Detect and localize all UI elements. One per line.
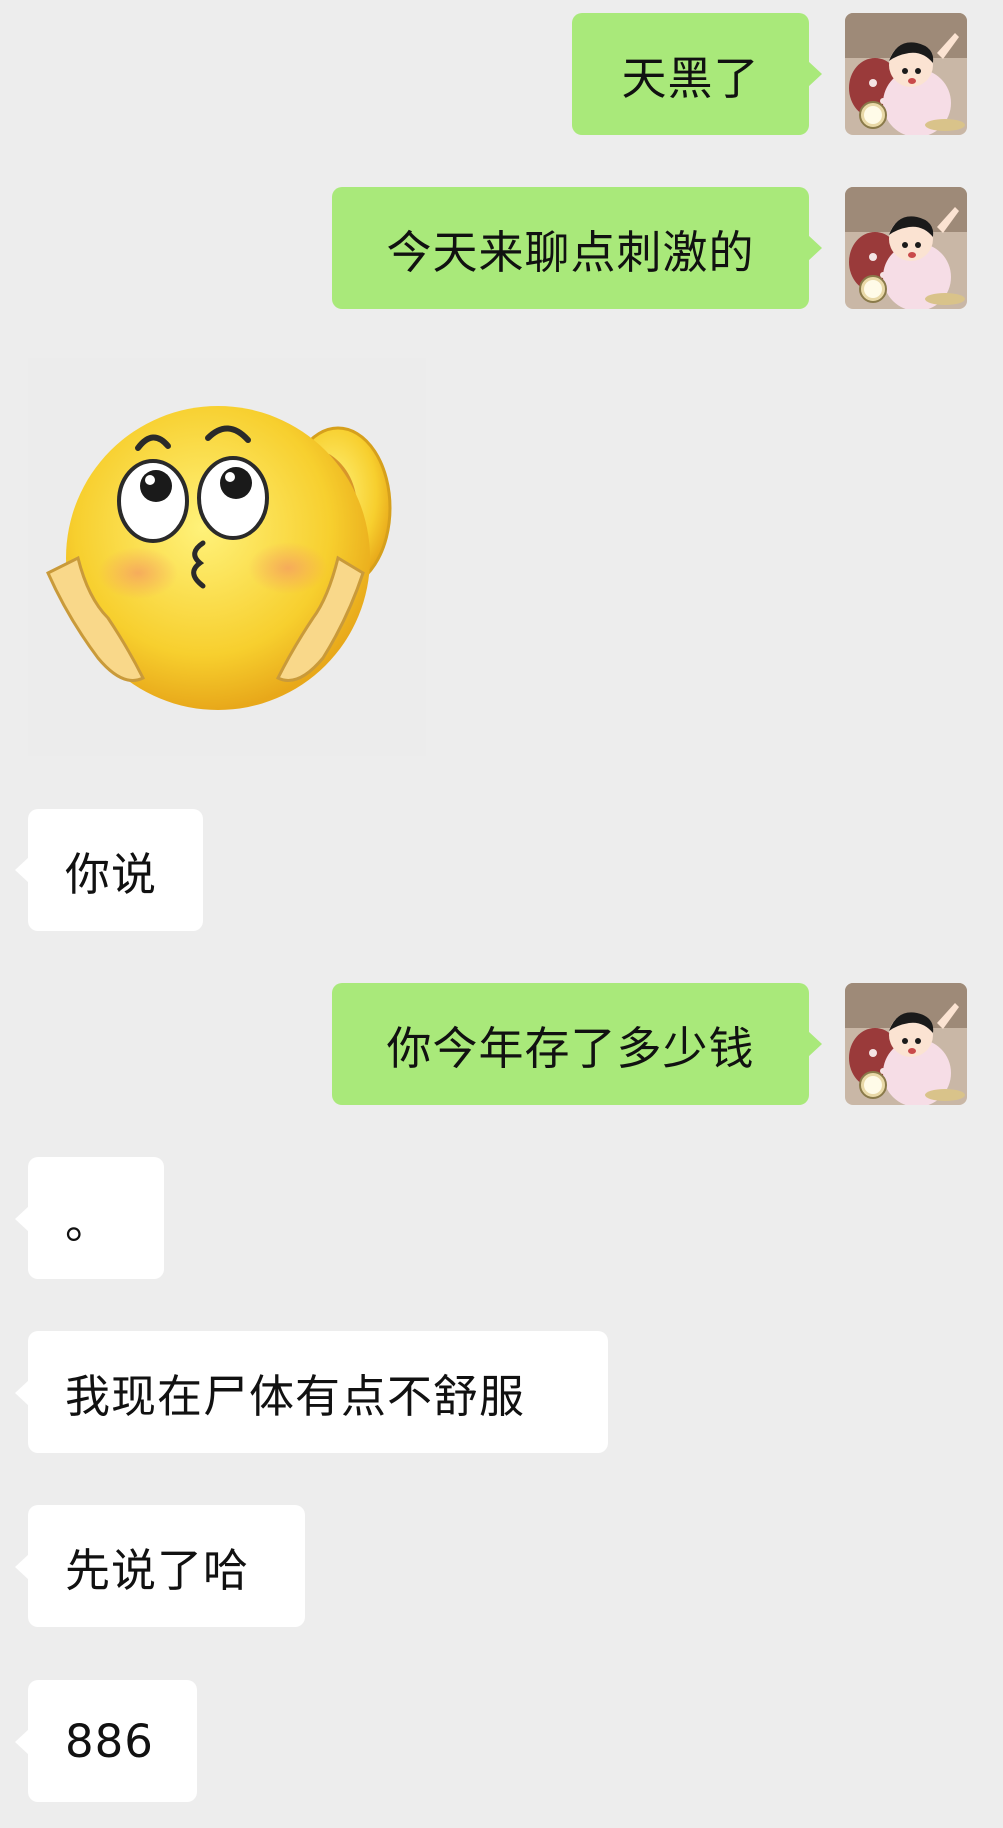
message-text: 886	[65, 1714, 154, 1768]
message-bubble[interactable]: 你今年存了多少钱	[332, 983, 809, 1105]
message-bubble[interactable]: 。	[28, 1157, 164, 1279]
avatar[interactable]	[845, 187, 967, 309]
avatar[interactable]	[845, 983, 967, 1105]
cartoon-avatar-icon	[845, 13, 967, 135]
bubble-tail	[15, 857, 29, 883]
bubble-tail	[15, 1554, 29, 1580]
cartoon-avatar-icon	[845, 187, 967, 309]
bubble-tail	[15, 1206, 29, 1232]
message-text: 我现在尸体有点不舒服	[65, 1369, 526, 1423]
message-text: 天黑了	[621, 51, 760, 105]
cartoon-avatar-icon	[845, 983, 967, 1105]
bubble-tail	[808, 1031, 822, 1057]
avatar[interactable]	[845, 13, 967, 135]
sticker-image[interactable]	[28, 358, 426, 756]
message-text: 今天来聊点刺激的	[386, 225, 755, 279]
message-bubble[interactable]: 你说	[28, 809, 203, 931]
chat-window: 天黑了 今天来聊点刺激的 你说 你今年存了多少钱 。 我现在尸体有点不舒服 先说…	[0, 0, 1003, 1828]
message-text: 你今年存了多少钱	[386, 1021, 755, 1075]
message-bubble[interactable]: 886	[28, 1680, 197, 1802]
message-bubble[interactable]: 天黑了	[572, 13, 809, 135]
message-bubble[interactable]: 我现在尸体有点不舒服	[28, 1331, 608, 1453]
message-text: 你说	[65, 847, 158, 901]
bubble-tail	[808, 235, 822, 261]
message-text: 先说了哈	[65, 1543, 250, 1597]
bubble-tail	[15, 1380, 29, 1406]
bubble-tail	[808, 61, 822, 87]
message-bubble[interactable]: 今天来聊点刺激的	[332, 187, 809, 309]
ear-listening-emoji-icon	[28, 358, 426, 756]
bubble-tail	[15, 1729, 29, 1755]
message-bubble[interactable]: 先说了哈	[28, 1505, 305, 1627]
message-text: 。	[65, 1195, 112, 1249]
